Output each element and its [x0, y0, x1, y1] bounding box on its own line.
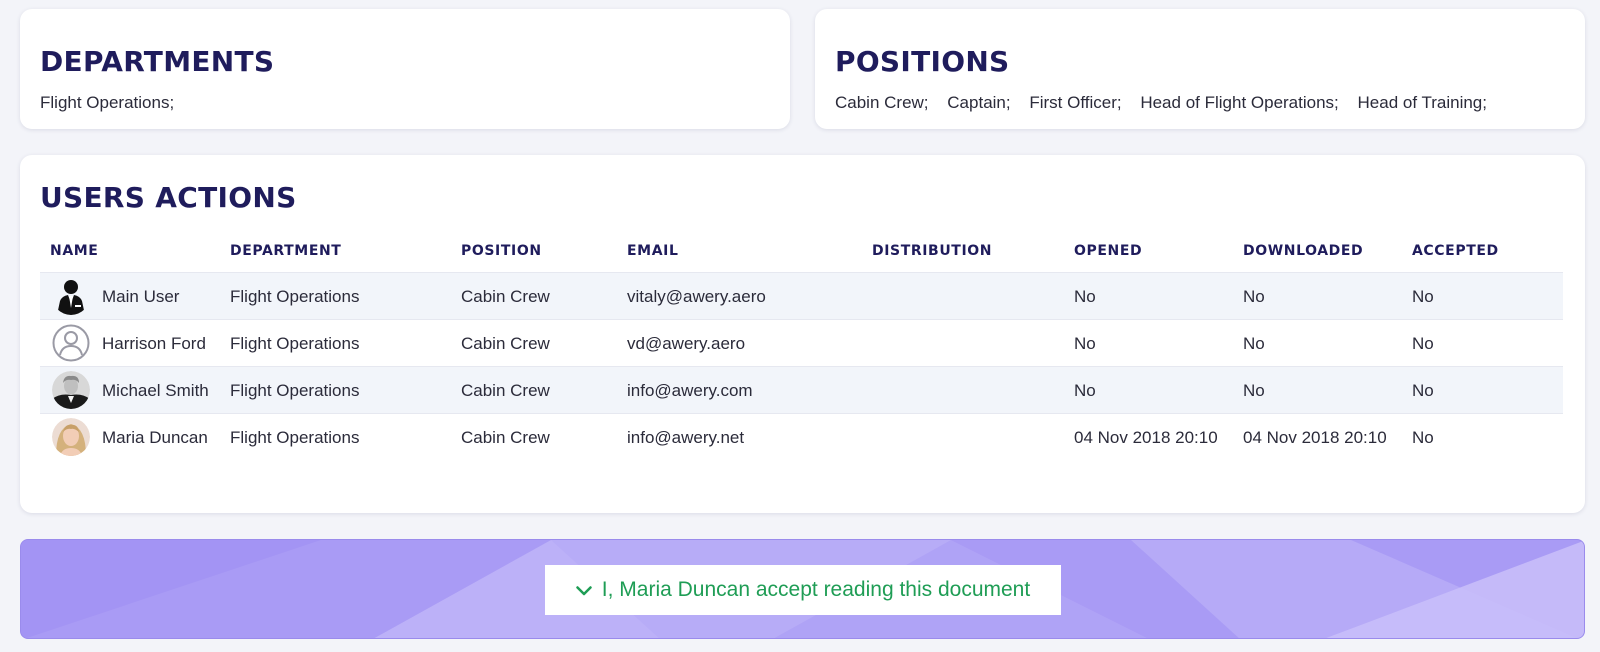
position-chip: Head of Training;: [1357, 93, 1487, 112]
user-accepted: No: [1412, 381, 1434, 400]
column-header-downloaded[interactable]: DOWNLOADED: [1243, 243, 1363, 259]
positions-card: POSITIONS Cabin Crew; Captain; First Off…: [815, 9, 1585, 129]
column-header-email[interactable]: EMAIL: [627, 243, 678, 259]
user-position: Cabin Crew: [461, 381, 550, 400]
position-chip: Cabin Crew;: [835, 93, 929, 112]
users-actions-title: USERS ACTIONS: [40, 181, 297, 214]
table-row[interactable]: Michael Smith Flight Operations Cabin Cr…: [40, 367, 1563, 414]
user-position: Cabin Crew: [461, 428, 550, 447]
user-downloaded: No: [1243, 334, 1265, 353]
user-opened: 04 Nov 2018 20:10: [1074, 428, 1218, 447]
column-header-accepted[interactable]: ACCEPTED: [1412, 243, 1499, 259]
position-chip: First Officer;: [1029, 93, 1122, 112]
user-name[interactable]: Michael Smith: [102, 381, 209, 401]
position-chip: Captain;: [947, 93, 1011, 112]
departments-list: Flight Operations;: [40, 93, 188, 113]
user-opened: No: [1074, 334, 1096, 353]
user-name[interactable]: Main User: [102, 287, 179, 307]
user-accepted: No: [1412, 287, 1434, 306]
user-downloaded: No: [1243, 381, 1265, 400]
user-name[interactable]: Harrison Ford: [102, 334, 206, 354]
user-department: Flight Operations: [230, 381, 360, 400]
accept-label: I, Maria Duncan accept reading this docu…: [601, 578, 1031, 601]
user-email[interactable]: info@awery.com: [627, 381, 753, 401]
user-accepted: No: [1412, 428, 1434, 447]
column-header-distribution[interactable]: DISTRIBUTION: [872, 243, 992, 259]
departments-card: DEPARTMENTS Flight Operations;: [20, 9, 790, 129]
user-photo-michael: [52, 371, 90, 409]
positions-list: Cabin Crew; Captain; First Officer; Head…: [835, 93, 1501, 113]
user-position: Cabin Crew: [461, 287, 550, 306]
departments-title: DEPARTMENTS: [40, 45, 275, 78]
user-email[interactable]: vitaly@awery.aero: [627, 287, 766, 307]
user-name[interactable]: Maria Duncan: [102, 428, 208, 448]
user-downloaded: No: [1243, 287, 1265, 306]
position-chip: Head of Flight Operations;: [1140, 93, 1339, 112]
column-header-name[interactable]: NAME: [50, 243, 98, 259]
user-suit-icon: [57, 280, 85, 315]
accept-banner: I, Maria Duncan accept reading this docu…: [20, 539, 1585, 639]
user-department: Flight Operations: [230, 334, 360, 353]
user-placeholder-icon: [52, 324, 90, 362]
user-email[interactable]: info@awery.net: [627, 428, 744, 448]
user-position: Cabin Crew: [461, 334, 550, 353]
column-header-department[interactable]: DEPARTMENT: [230, 243, 341, 259]
column-header-position[interactable]: POSITION: [461, 243, 542, 259]
table-row[interactable]: Harrison Ford Flight Operations Cabin Cr…: [40, 320, 1563, 367]
department-chip: Flight Operations;: [40, 93, 175, 112]
user-opened: No: [1074, 287, 1096, 306]
users-actions-card: USERS ACTIONS NAME DEPARTMENT POSITION E…: [20, 155, 1585, 513]
column-header-opened[interactable]: OPENED: [1074, 243, 1142, 259]
user-department: Flight Operations: [230, 287, 360, 306]
check-icon: [576, 583, 592, 597]
table-row[interactable]: Main User Flight Operations Cabin Crew v…: [40, 273, 1563, 320]
user-department: Flight Operations: [230, 428, 360, 447]
user-opened: No: [1074, 381, 1096, 400]
users-actions-table: NAME DEPARTMENT POSITION EMAIL DISTRIBUT…: [40, 231, 1563, 461]
user-downloaded: 04 Nov 2018 20:10: [1243, 428, 1387, 447]
user-photo-maria: [52, 418, 90, 456]
user-email[interactable]: vd@awery.aero: [627, 334, 745, 354]
table-header: NAME DEPARTMENT POSITION EMAIL DISTRIBUT…: [40, 231, 1563, 273]
accept-button[interactable]: I, Maria Duncan accept reading this docu…: [545, 565, 1061, 615]
user-accepted: No: [1412, 334, 1434, 353]
table-row[interactable]: Maria Duncan Flight Operations Cabin Cre…: [40, 414, 1563, 461]
positions-title: POSITIONS: [835, 45, 1010, 78]
